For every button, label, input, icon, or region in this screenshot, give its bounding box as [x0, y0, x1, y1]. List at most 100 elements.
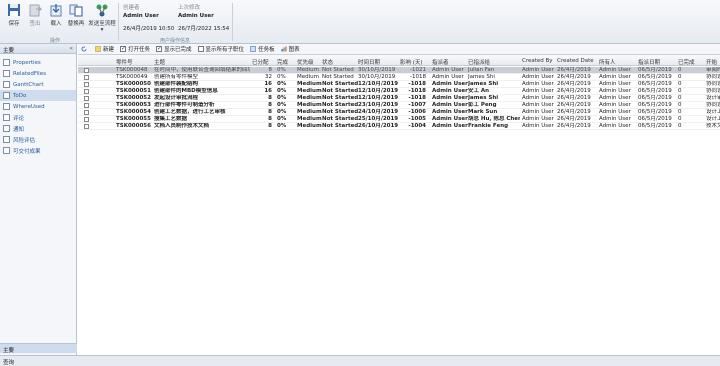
- replace-button[interactable]: 替换再: [65, 3, 87, 35]
- new-button[interactable]: 新建: [92, 44, 117, 55]
- column-header-part-number[interactable]: 零件号: [116, 58, 133, 66]
- cell-assignor: Admin User: [432, 95, 468, 101]
- cell-completed: 0: [678, 123, 682, 129]
- column-header-assignee[interactable]: 已指派给: [468, 58, 490, 66]
- column-header-completed[interactable]: 已完成: [678, 58, 695, 66]
- table-row[interactable]: TSK000054 创建工艺数据，进行工艺审核 8 0% Medium Not Start…: [78, 109, 720, 116]
- column-header-done[interactable]: 完成: [277, 58, 288, 66]
- column-header-priority[interactable]: 优先级: [297, 58, 314, 66]
- cell-assign-date: 06/5月/2019: [638, 109, 672, 115]
- refresh-button[interactable]: [78, 44, 92, 55]
- table-row[interactable]: TSK000049 创建所有零件模型 32 0% Medium Not Started 30…: [78, 74, 720, 81]
- cell-created-date: 26/4月/2019: [557, 67, 591, 73]
- table-row[interactable]: TSK000056 文档人员制作技术文档 8 0% Medium Not Started 2…: [78, 123, 720, 130]
- chart-button[interactable]: 图表: [278, 44, 303, 55]
- column-header-date[interactable]: 时间日期: [358, 58, 380, 66]
- load-button[interactable]: 载入: [45, 3, 67, 35]
- row-checkbox[interactable]: [84, 89, 89, 94]
- row-checkbox[interactable]: [84, 82, 89, 87]
- cell-created-by: Admin User: [522, 67, 554, 73]
- sidebar-item-deliverable[interactable]: 可交付成果: [0, 145, 76, 156]
- show-all-children-toggle[interactable]: 显示所有子职位: [195, 44, 248, 55]
- row-checkbox[interactable]: [84, 96, 89, 101]
- sidebar-item-label: 评论: [13, 115, 25, 122]
- column-header-status[interactable]: 状态: [322, 58, 333, 66]
- sidebar-item-notification[interactable]: 通知: [0, 123, 76, 134]
- sidebar-item-label: 风险评估: [13, 137, 36, 144]
- show-completed-checkbox[interactable]: [156, 45, 162, 52]
- send-workflow-button[interactable]: 发送至流程 ▾: [88, 3, 116, 35]
- save-button[interactable]: 保存: [3, 3, 25, 35]
- column-header-assignor[interactable]: 指派者: [432, 58, 449, 66]
- risk-icon: [3, 136, 10, 143]
- sidebar-item-label: GanttChart: [13, 81, 44, 88]
- table-row[interactable]: TSK000051 创建部件的MBD模型信息 16 0% Medium Not Start…: [78, 88, 720, 95]
- cell-completed: 0: [678, 81, 682, 87]
- column-header-impact[interactable]: 影响 (天): [400, 58, 423, 66]
- dropdown-arrow-icon[interactable]: ▾: [88, 27, 116, 33]
- collapse-icon[interactable]: «: [69, 45, 73, 52]
- cell-start: 协同设计: [706, 74, 720, 80]
- row-checkbox[interactable]: [84, 75, 89, 80]
- column-header-assign-date[interactable]: 指派日期: [638, 58, 660, 66]
- cell-assignor: Admin User: [432, 123, 468, 129]
- sidebar: 主要 « Properties RelatedFiles GanttChart …: [0, 44, 77, 366]
- row-checkbox[interactable]: [84, 117, 89, 122]
- cell-assignor: Admin User: [432, 116, 468, 122]
- cell-priority: Medium: [297, 95, 322, 101]
- sidebar-tab-query[interactable]: 查询: [0, 356, 77, 366]
- column-header-owner[interactable]: 所有人: [599, 58, 616, 66]
- table-row[interactable]: TSK000052 发起设计审批流程 8 0% Medium Not Started 12/…: [78, 95, 720, 102]
- cell-id: TSK000048: [116, 67, 148, 73]
- cell-assign-date: 06/5月/2019: [638, 88, 672, 94]
- column-header-created-date[interactable]: Created Date: [557, 58, 594, 64]
- open-task-checkbox[interactable]: [120, 45, 126, 52]
- table-row[interactable]: TSK000050 创建部件装配结构 16 0% Medium Not Started 12…: [78, 81, 720, 88]
- row-checkbox[interactable]: [84, 110, 89, 115]
- open-task-toggle[interactable]: 打开任务: [117, 44, 153, 55]
- show-completed-toggle[interactable]: 显示已完成: [153, 44, 195, 55]
- cell-subject: 搜集工艺数据: [154, 116, 188, 122]
- cell-assignor: Admin User: [432, 74, 464, 80]
- sidebar-item-risk[interactable]: 风险评估: [0, 134, 76, 145]
- sidebar-item-label: 通知: [13, 126, 25, 133]
- sidebar-item-comment[interactable]: 评论: [0, 112, 76, 123]
- cell-impact: -1018: [408, 95, 426, 101]
- sidebar-item-relatedfiles[interactable]: RelatedFiles: [0, 68, 76, 79]
- checkout-button[interactable]: 签出: [24, 3, 46, 35]
- cell-impact: -1006: [408, 109, 426, 115]
- cell-date: 23/10月/2019: [358, 102, 399, 108]
- cell-status: Not Started: [322, 67, 354, 73]
- column-header-start[interactable]: 开始: [706, 58, 717, 66]
- table-row[interactable]: TSK000055 搜集工艺数据 8 0% Medium Not Started 25/10…: [78, 116, 720, 123]
- table-row[interactable]: TSK000048 在时间中，使用联合查询回填结果的回填模型 8 0% MediumNo…: [78, 67, 720, 74]
- cell-assigned: 8: [268, 123, 272, 129]
- column-header-subject[interactable]: 主题: [154, 58, 165, 66]
- sidebar-item-ganttchart[interactable]: GanttChart: [0, 79, 76, 90]
- column-header-created-by[interactable]: Created By: [522, 58, 553, 64]
- row-checkbox[interactable]: [84, 103, 89, 108]
- show-completed-label: 显示已完成: [164, 47, 192, 53]
- task-board-button[interactable]: 任务板: [247, 44, 278, 55]
- save-icon: [8, 4, 20, 16]
- cell-done: 0%: [277, 74, 286, 80]
- column-header-assigned[interactable]: 已分配: [252, 58, 269, 66]
- show-all-children-checkbox[interactable]: [197, 46, 204, 52]
- sidebar-tab-main[interactable]: 主要: [0, 343, 77, 354]
- row-checkbox[interactable]: [84, 124, 89, 129]
- sidebar-item-todo[interactable]: ToDo: [0, 90, 76, 101]
- cell-completed: 0: [678, 116, 682, 122]
- cell-completed: 0: [678, 67, 682, 73]
- cell-assigned: 8: [268, 109, 272, 115]
- created-value: 26/4月/2019 10:50: [123, 26, 175, 32]
- cell-owner: Admin User: [599, 81, 631, 87]
- cell-assignee: 胡总 Hu, 陈总 Chen: [468, 116, 520, 122]
- table-row[interactable]: TSK000053 进行部件零件可制造分析 8 0% Medium Not Started…: [78, 102, 720, 109]
- sidebar-item-whereused[interactable]: WhereUsed: [0, 101, 76, 112]
- cell-created-date: 26/4月/2019: [557, 74, 591, 80]
- cell-date: 26/10月/2019: [358, 123, 399, 129]
- cell-completed: 0: [678, 88, 682, 94]
- row-checkbox[interactable]: [84, 68, 89, 73]
- cell-assign-date: 06/5月/2019: [638, 102, 672, 108]
- sidebar-item-properties[interactable]: Properties: [0, 57, 76, 68]
